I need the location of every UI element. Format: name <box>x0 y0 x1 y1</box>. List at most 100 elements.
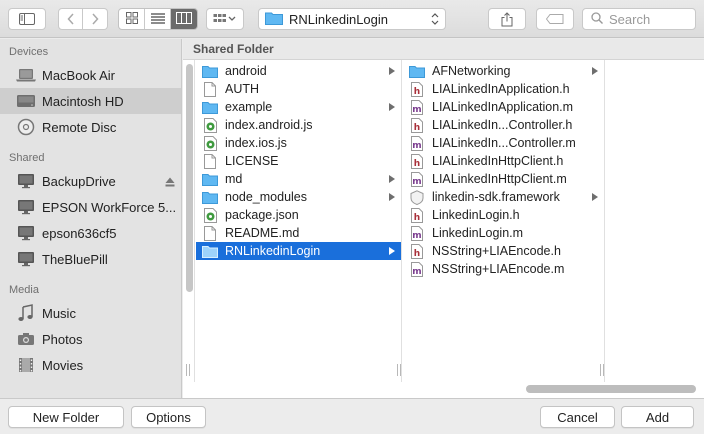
browser-row[interactable]: h LIALinkedIn...Controller.h <box>403 116 604 134</box>
sidebar-item-label: MacBook Air <box>42 67 115 83</box>
eject-icon[interactable] <box>165 175 175 190</box>
horizontal-scrollbar[interactable] <box>526 385 696 393</box>
sidebar-item-epson-workforce[interactable]: EPSON WorkForce 5... <box>0 194 181 220</box>
share-button[interactable] <box>488 8 526 30</box>
browser-row[interactable]: example <box>196 98 401 116</box>
browser-row[interactable]: h LIALinkedInHttpClient.h <box>403 152 604 170</box>
sidebar-item-thebluepill[interactable]: TheBluePill <box>0 246 181 272</box>
file-name: LIALinkedInApplication.m <box>432 100 574 114</box>
search-field[interactable]: Search <box>582 8 696 30</box>
browser-row[interactable]: m NSString+LIAEncode.m <box>403 260 604 278</box>
svg-text:h: h <box>414 249 420 259</box>
options-button[interactable]: Options <box>131 406 206 428</box>
svg-text:m: m <box>412 141 421 151</box>
sidebar-item-label: Music <box>42 305 76 321</box>
film-icon <box>16 356 36 374</box>
sidebar-item-label: epson636cf5 <box>42 225 117 241</box>
cancel-button[interactable]: Cancel <box>540 406 615 428</box>
script-file-icon <box>202 207 218 223</box>
browser-row[interactable]: linkedin-sdk.framework <box>403 188 604 206</box>
icon-view-button[interactable] <box>119 9 145 29</box>
browser-row[interactable]: RNLinkedinLogin <box>196 242 401 260</box>
monitor-icon <box>16 250 36 268</box>
header-file-icon: h <box>409 153 425 169</box>
laptop-icon <box>16 66 36 84</box>
tag-button[interactable] <box>536 8 574 30</box>
arrange-button[interactable] <box>206 8 244 30</box>
document-icon <box>202 225 218 241</box>
add-button[interactable]: Add <box>621 406 694 428</box>
back-button[interactable] <box>58 8 83 30</box>
folder-icon <box>202 99 218 115</box>
music-note-icon <box>16 304 36 322</box>
source-file-icon: m <box>409 171 425 187</box>
file-name: AUTH <box>225 82 260 96</box>
browser-row[interactable]: android <box>196 62 401 80</box>
browser-row[interactable]: LICENSE <box>196 152 401 170</box>
svg-text:m: m <box>412 231 421 241</box>
sidebar-section-devices: Devices <box>9 46 49 58</box>
column-resize-handle[interactable] <box>186 364 190 376</box>
folder-icon <box>202 63 218 79</box>
sidebar-item-macbook-air[interactable]: MacBook Air <box>0 62 181 88</box>
sidebar-item-epson636cf5[interactable]: epson636cf5 <box>0 220 181 246</box>
framework-icon <box>409 189 425 205</box>
sidebar-item-label: EPSON WorkForce 5... <box>42 199 177 215</box>
browser-header: Shared Folder <box>183 39 704 60</box>
browser-row[interactable]: h LIALinkedInApplication.h <box>403 80 604 98</box>
columns-icon <box>176 11 192 27</box>
grid-icon <box>125 11 138 27</box>
file-name: AFNetworking <box>432 64 511 78</box>
folder-icon <box>409 63 425 79</box>
sidebar-item-music[interactable]: Music <box>0 300 181 326</box>
forward-button[interactable] <box>83 8 108 30</box>
sidebar-item-photos[interactable]: Photos <box>0 326 181 352</box>
svg-text:m: m <box>412 105 421 115</box>
browser-row[interactable]: README.md <box>196 224 401 242</box>
browser-row[interactable]: m LIALinkedInApplication.m <box>403 98 604 116</box>
sidebar-item-label: Movies <box>42 357 84 373</box>
disc-icon <box>16 118 36 136</box>
list-view-button[interactable] <box>145 9 171 29</box>
file-name: RNLinkedinLogin <box>225 244 321 258</box>
browser-row[interactable]: h NSString+LIAEncode.h <box>403 242 604 260</box>
path-popup[interactable]: RNLinkedinLogin <box>258 8 446 30</box>
file-name: node_modules <box>225 190 308 204</box>
browser-row[interactable]: m LinkedinLogin.m <box>403 224 604 242</box>
file-name: LIALinkedIn...Controller.h <box>432 118 573 132</box>
sidebar-item-backupdrive[interactable]: BackupDrive <box>0 168 181 194</box>
browser-row[interactable]: AFNetworking <box>403 62 604 80</box>
browser-row[interactable]: m LIALinkedInHttpClient.m <box>403 170 604 188</box>
sidebar-item-macintosh-hd[interactable]: Macintosh HD <box>0 88 181 114</box>
new-folder-button[interactable]: New Folder <box>8 406 124 428</box>
browser-row[interactable]: index.android.js <box>196 116 401 134</box>
sidebar-item-label: TheBluePill <box>42 251 108 267</box>
toolbar: RNLinkedinLogin Search <box>0 0 704 38</box>
sidebar-item-movies[interactable]: Movies <box>0 352 181 378</box>
browser-row[interactable]: package.json <box>196 206 401 224</box>
browser-row[interactable]: AUTH <box>196 80 401 98</box>
sidebar-item-label: Macintosh HD <box>42 93 124 109</box>
vertical-scrollbar[interactable] <box>186 64 193 292</box>
column-resize-handle[interactable] <box>397 364 401 376</box>
file-name: LIALinkedIn...Controller.m <box>432 136 576 150</box>
browser-row[interactable]: h LinkedinLogin.h <box>403 206 604 224</box>
browser-row[interactable]: md <box>196 170 401 188</box>
file-name: LIALinkedInHttpClient.m <box>432 172 567 186</box>
sidebar-toggle-button[interactable] <box>8 8 46 30</box>
column-browser: Shared Folder android AUTH example index.an… <box>183 39 704 398</box>
file-name: LinkedinLogin.m <box>432 226 524 240</box>
column-resize-handle[interactable] <box>600 364 604 376</box>
document-icon <box>202 81 218 97</box>
browser-row[interactable]: m LIALinkedIn...Controller.m <box>403 134 604 152</box>
sidebar-icon <box>19 13 35 25</box>
monitor-icon <box>16 224 36 242</box>
file-name: index.ios.js <box>225 136 287 150</box>
browser-row[interactable]: node_modules <box>196 188 401 206</box>
column-view-button[interactable] <box>171 9 197 29</box>
sidebar-item-label: Remote Disc <box>42 119 117 135</box>
file-name: index.android.js <box>225 118 313 132</box>
sidebar-item-remote-disc[interactable]: Remote Disc <box>0 114 181 140</box>
svg-text:m: m <box>412 267 421 277</box>
browser-row[interactable]: index.ios.js <box>196 134 401 152</box>
